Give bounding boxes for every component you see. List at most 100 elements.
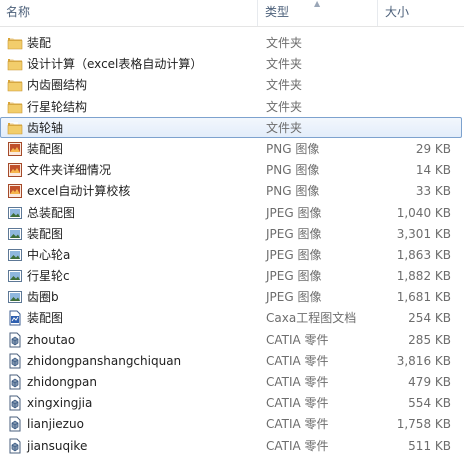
file-type: 文件夹 — [266, 57, 303, 72]
file-name: 装配 — [27, 36, 52, 50]
png-image-icon — [7, 183, 23, 199]
folder-icon — [7, 77, 23, 93]
file-type: PNG 图像 — [266, 141, 320, 156]
jpeg-image-icon — [7, 289, 23, 305]
file-size: 254 KB — [408, 311, 451, 326]
file-size: 1,882 KB — [396, 269, 451, 284]
file-size: 511 KB — [408, 438, 451, 453]
file-type: 文件夹 — [266, 120, 303, 135]
file-row[interactable]: 总装配图 JPEG 图像 1,040 KB — [0, 202, 462, 223]
file-name: 装配图 — [27, 141, 64, 156]
file-row[interactable]: 内齿圈结构 文件夹 — [0, 74, 462, 95]
file-row[interactable]: 中心轮a JPEG 图像 1,863 KB — [0, 244, 462, 265]
file-type: PNG 图像 — [266, 184, 320, 199]
folder-icon — [7, 35, 23, 51]
jpeg-image-icon — [7, 247, 23, 263]
file-row[interactable]: 齿轮轴 文件夹 — [0, 116, 462, 138]
file-size: 285 KB — [408, 332, 451, 347]
caxa-document-icon — [7, 310, 23, 326]
file-name: 装配图 — [27, 226, 64, 241]
file-name: 行星轮c — [27, 269, 70, 284]
png-image-icon — [7, 162, 23, 178]
file-name: 齿圈b — [27, 290, 59, 305]
file-type: JPEG 图像 — [266, 269, 322, 284]
file-type: 文件夹 — [266, 99, 303, 114]
file-size: 1,863 KB — [396, 247, 451, 262]
file-row[interactable]: lianjiezuo CATIA 零件 1,758 KB — [0, 413, 462, 434]
file-size: 1,040 KB — [396, 205, 451, 220]
file-row[interactable]: xingxingjia CATIA 零件 554 KB — [0, 392, 462, 413]
file-row[interactable]: 装配 文件夹 — [0, 32, 462, 53]
folder-icon — [7, 120, 23, 136]
file-name: lianjiezuo — [27, 417, 84, 432]
png-image-icon — [7, 141, 23, 157]
file-row[interactable]: 装配图 JPEG 图像 3,301 KB — [0, 223, 462, 244]
file-type: JPEG 图像 — [266, 247, 322, 262]
file-type: CATIA 零件 — [266, 375, 329, 389]
folder-icon — [7, 99, 23, 115]
catia-part-icon — [7, 332, 23, 348]
file-name: xingxingjia — [27, 396, 93, 411]
file-row[interactable]: 设计计算（excel表格自动计算） 文件夹 — [0, 53, 462, 74]
column-name-header[interactable]: 名称 — [0, 0, 258, 26]
file-row[interactable]: zhidongpanshangchiquan CATIA 零件 3,816 KB — [0, 350, 462, 371]
catia-part-icon — [7, 395, 23, 411]
catia-part-icon — [7, 374, 23, 390]
file-type: CATIA 零件 — [266, 417, 329, 432]
file-name: jiansuqike — [27, 438, 88, 453]
file-type: CATIA 零件 — [266, 353, 329, 368]
file-row[interactable]: 齿圈b JPEG 图像 1,681 KB — [0, 286, 462, 307]
sort-arrow-icon: ▲ — [314, 0, 321, 8]
file-name: 行星轮结构 — [27, 99, 88, 114]
file-type: PNG 图像 — [266, 163, 320, 178]
file-type: JPEG 图像 — [266, 290, 322, 305]
folder-icon — [7, 56, 23, 72]
file-size: 479 KB — [408, 375, 451, 389]
file-row[interactable]: 装配图 Caxa工程图文档 254 KB — [0, 307, 462, 328]
file-row[interactable]: 行星轮c JPEG 图像 1,882 KB — [0, 265, 462, 286]
file-row[interactable]: 文件夹详细情况 PNG 图像 14 KB — [0, 159, 462, 180]
catia-part-icon — [7, 353, 23, 369]
jpeg-image-icon — [7, 268, 23, 284]
file-size: 1,681 KB — [396, 290, 451, 305]
file-name: zhidongpan — [27, 375, 97, 389]
file-size: 554 KB — [408, 396, 451, 411]
file-type: CATIA 零件 — [266, 332, 329, 347]
column-size-header[interactable]: 大小 — [379, 0, 464, 26]
file-name: 中心轮a — [27, 247, 71, 262]
file-name: excel自动计算校核 — [27, 184, 131, 199]
file-type: JPEG 图像 — [266, 205, 322, 220]
file-type: Caxa工程图文档 — [266, 311, 357, 326]
file-name: zhidongpanshangchiquan — [27, 353, 182, 368]
jpeg-image-icon — [7, 205, 23, 221]
file-name: zhoutao — [27, 332, 76, 347]
file-row[interactable]: excel自动计算校核 PNG 图像 33 KB — [0, 180, 462, 201]
column-header: 名称 类型 ▲ 大小 — [0, 0, 464, 27]
file-size: 14 KB — [415, 163, 451, 178]
file-name: 齿轮轴 — [27, 120, 64, 135]
file-row[interactable]: 行星轮结构 文件夹 — [0, 96, 462, 117]
file-size: 33 KB — [415, 184, 451, 199]
file-row[interactable]: zhidongpan CATIA 零件 479 KB — [0, 371, 462, 392]
jpeg-image-icon — [7, 226, 23, 242]
file-size: 3,816 KB — [396, 353, 451, 368]
file-type: 文件夹 — [266, 78, 303, 93]
file-size: 29 KB — [415, 141, 451, 156]
file-size: 3,301 KB — [396, 226, 451, 241]
file-size: 1,758 KB — [396, 417, 451, 432]
file-type: CATIA 零件 — [266, 396, 329, 411]
catia-part-icon — [7, 438, 23, 454]
file-name: 内齿圈结构 — [27, 78, 88, 93]
catia-part-icon — [7, 416, 23, 432]
file-type: CATIA 零件 — [266, 438, 329, 453]
file-row[interactable]: 装配图 PNG 图像 29 KB — [0, 138, 462, 159]
file-name: 文件夹详细情况 — [27, 163, 112, 178]
file-name: 装配图 — [27, 311, 64, 326]
file-row[interactable]: zhoutao CATIA 零件 285 KB — [0, 329, 462, 350]
file-row[interactable]: jiansuqike CATIA 零件 511 KB — [0, 435, 462, 456]
file-type: 文件夹 — [266, 36, 303, 50]
file-type: JPEG 图像 — [266, 226, 322, 241]
file-list: 装配 文件夹 设计计算（excel表格自动计算） 文件夹 内齿圈结构 文件夹 行星轮结构 文件… — [0, 32, 464, 456]
file-name: 总装配图 — [27, 205, 76, 220]
file-name: 设计计算（excel表格自动计算） — [27, 57, 203, 72]
